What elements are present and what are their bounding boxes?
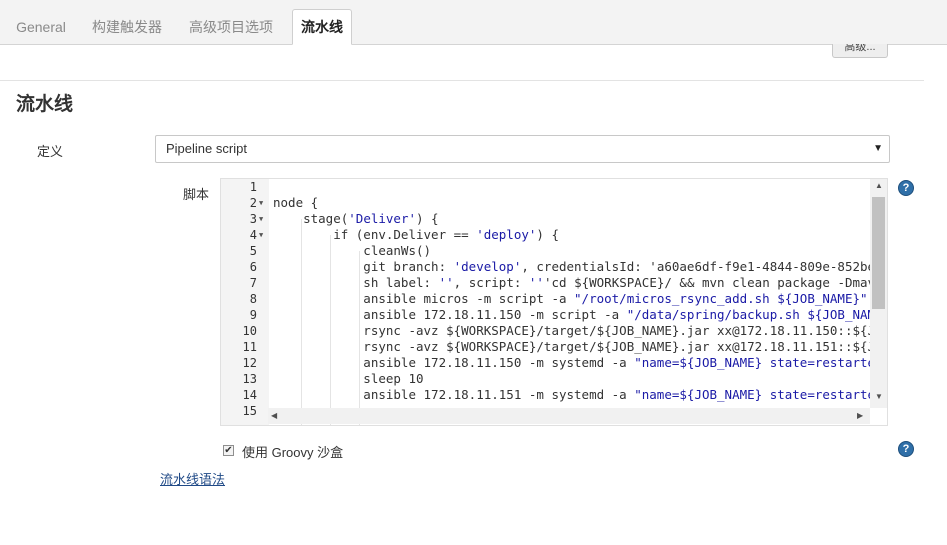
pipeline-syntax-link[interactable]: 流水线语法 — [160, 469, 225, 488]
line-number: 9 — [249, 308, 257, 322]
line-number: 6 — [249, 260, 257, 274]
tab-general[interactable]: General — [6, 12, 76, 44]
section-title: 流水线 — [16, 94, 74, 115]
groovy-sandbox-checkbox[interactable]: ✔ — [223, 445, 234, 456]
code-line: 3 ▼ stage('Deliver') { — [221, 211, 887, 227]
code-text: ansible micros -m script -a "/root/micro… — [273, 291, 868, 306]
script-label: 脚本 — [183, 187, 210, 202]
tab-advanced-project-options[interactable]: 高级项目选项 — [180, 12, 282, 44]
top-strip — [0, 0, 947, 4]
code-line: 9 ansible 172.18.11.150 -m script -a "/d… — [221, 307, 887, 323]
code-line: 14 ansible 172.18.11.151 -m systemd -a "… — [221, 387, 887, 403]
code-text: ansible 172.18.11.150 -m systemd -a "nam… — [273, 355, 888, 370]
code-line: 1 — [221, 179, 887, 195]
code-text: ansible 172.18.11.150 -m script -a "/dat… — [273, 307, 888, 322]
line-number: 5 — [249, 244, 257, 258]
vertical-scroll-thumb[interactable] — [872, 197, 885, 309]
definition-selected-value: Pipeline script — [166, 141, 247, 156]
line-number: 12 — [242, 356, 257, 370]
code-line: 12 ansible 172.18.11.150 -m systemd -a "… — [221, 355, 887, 371]
code-line: 13 sleep 10 — [221, 371, 887, 387]
definition-label: 定义 — [37, 144, 64, 159]
code-text: sh label: '', script: '''cd ${WORKSPACE}… — [273, 275, 888, 290]
code-line: 6 git branch: 'develop', credentialsId: … — [221, 259, 887, 275]
line-number: 15 — [242, 404, 257, 418]
code-text: rsync -avz ${WORKSPACE}/target/${JOB_NAM… — [273, 323, 888, 338]
section-divider — [0, 80, 924, 81]
code-text: node { — [273, 195, 319, 210]
code-text: stage('Deliver') { — [273, 211, 439, 226]
code-text: if (env.Deliver == 'deploy') { — [273, 227, 559, 242]
line-number: 3 — [249, 212, 257, 226]
line-number: 10 — [242, 324, 257, 338]
code-line: 8 ansible micros -m script -a "/root/mic… — [221, 291, 887, 307]
advanced-button[interactable]: 高级... — [832, 44, 888, 58]
code-line: 2 ▼ node { — [221, 195, 887, 211]
scroll-down-icon[interactable]: ▼ — [875, 392, 883, 401]
line-number: 13 — [242, 372, 257, 386]
code-text: rsync -avz ${WORKSPACE}/target/${JOB_NAM… — [273, 339, 888, 354]
tab-build-triggers[interactable]: 构建触发器 — [84, 12, 170, 44]
line-number: 1 — [249, 180, 257, 194]
code-text: ansible 172.18.11.151 -m systemd -a "nam… — [273, 387, 888, 402]
scroll-right-icon[interactable]: ▶ — [857, 411, 863, 420]
line-number: 7 — [249, 276, 257, 290]
code-line: 5 cleanWs() — [221, 243, 887, 259]
fold-arrow-icon[interactable]: ▼ — [259, 195, 263, 211]
code-line: 4 ▼ if (env.Deliver == 'deploy') { — [221, 227, 887, 243]
groovy-sandbox-label: 使用 Groovy 沙盒 — [242, 445, 344, 460]
line-number: 8 — [249, 292, 257, 306]
fold-arrow-icon[interactable]: ▼ — [259, 211, 263, 227]
line-number: 14 — [242, 388, 257, 402]
vertical-scrollbar[interactable]: ▲ ▼ — [870, 179, 887, 408]
sandbox-help-icon[interactable]: ? — [898, 441, 914, 457]
code-line: 11 rsync -avz ${WORKSPACE}/target/${JOB_… — [221, 339, 887, 355]
code-text: cleanWs() — [273, 243, 432, 258]
code-line: 10 rsync -avz ${WORKSPACE}/target/${JOB_… — [221, 323, 887, 339]
definition-select[interactable]: Pipeline script ▼ — [155, 135, 890, 163]
scroll-left-icon[interactable]: ◀ — [271, 411, 277, 420]
tab-pipeline[interactable]: 流水线 — [292, 9, 352, 45]
scroll-up-icon[interactable]: ▲ — [875, 181, 883, 190]
tab-bar: General 构建触发器 高级项目选项 流水线 — [0, 0, 947, 45]
line-number: 2 — [249, 196, 257, 210]
script-editor[interactable]: 1 2 ▼ node { 3 ▼ stage('Deliver') { 4 ▼ … — [220, 178, 888, 426]
chevron-down-icon: ▼ — [873, 143, 883, 154]
horizontal-scrollbar[interactable]: ◀ ▶ — [268, 408, 870, 424]
line-number: 11 — [242, 340, 257, 354]
code-line: 7 sh label: '', script: '''cd ${WORKSPAC… — [221, 275, 887, 291]
code-text: git branch: 'develop', credentialsId: 'a… — [273, 259, 888, 274]
code-text: sleep 10 — [273, 371, 424, 386]
fold-arrow-icon[interactable]: ▼ — [259, 227, 263, 243]
line-number: 4 — [249, 228, 257, 242]
script-help-icon[interactable]: ? — [898, 180, 914, 196]
